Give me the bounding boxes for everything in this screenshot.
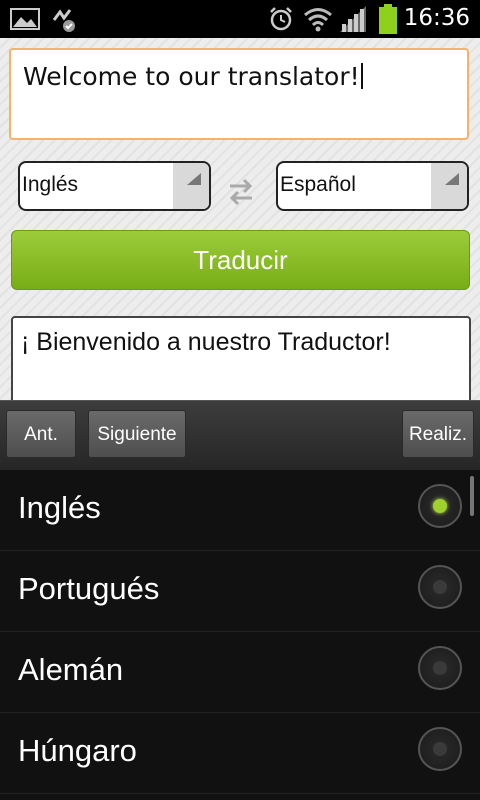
language-picker-list: Inglés Portugués Alemán Húngaro	[0, 470, 480, 800]
target-language-spinner[interactable]: Español	[276, 161, 469, 211]
translate-button[interactable]: Traducir	[11, 230, 470, 290]
keyboard-toolbar: Ant. Siguiente Realiz.	[0, 400, 480, 472]
wifi-icon	[303, 6, 333, 36]
radio-unselected-icon[interactable]	[418, 727, 462, 771]
source-language-label: Inglés	[22, 173, 79, 196]
status-bar: 16:36	[0, 0, 480, 38]
gallery-icon	[10, 8, 40, 34]
source-language-spinner[interactable]: Inglés	[18, 161, 211, 211]
picker-item-label: Portugués	[18, 571, 160, 606]
picker-item-hungaro[interactable]: Húngaro	[0, 713, 480, 794]
dropdown-arrow-icon	[431, 163, 467, 209]
picker-scrollbar[interactable]	[470, 476, 474, 516]
text-caret	[360, 63, 363, 89]
source-text: Welcome to our translator!	[23, 62, 363, 91]
sync-icon	[50, 6, 78, 38]
picker-item-label: Inglés	[18, 490, 101, 525]
dropdown-arrow-icon	[173, 163, 209, 209]
radio-selected-icon[interactable]	[418, 484, 462, 528]
picker-item-aleman[interactable]: Alemán	[0, 632, 480, 713]
radio-unselected-icon[interactable]	[418, 646, 462, 690]
picker-item-label: Alemán	[18, 652, 124, 687]
previous-button[interactable]: Ant.	[6, 410, 76, 458]
picker-item-label: Húngaro	[18, 733, 137, 768]
battery-icon	[378, 4, 398, 38]
swap-arrows-icon[interactable]	[226, 174, 256, 214]
next-button[interactable]: Siguiente	[88, 410, 186, 458]
picker-item-ingles[interactable]: Inglés	[0, 470, 480, 551]
translator-screen: Welcome to our translator! Inglés Españo…	[0, 38, 480, 416]
result-text: ¡ Bienvenido a nuestro Traductor!	[21, 328, 391, 356]
source-text-input[interactable]: Welcome to our translator!	[9, 48, 469, 140]
picker-item-portugues[interactable]: Portugués	[0, 551, 480, 632]
signal-icon	[338, 6, 368, 36]
radio-unselected-icon[interactable]	[418, 565, 462, 609]
done-button[interactable]: Realiz.	[402, 410, 474, 458]
clock: 16:36	[403, 5, 470, 31]
alarm-icon	[268, 6, 294, 36]
target-language-label: Español	[280, 173, 356, 196]
